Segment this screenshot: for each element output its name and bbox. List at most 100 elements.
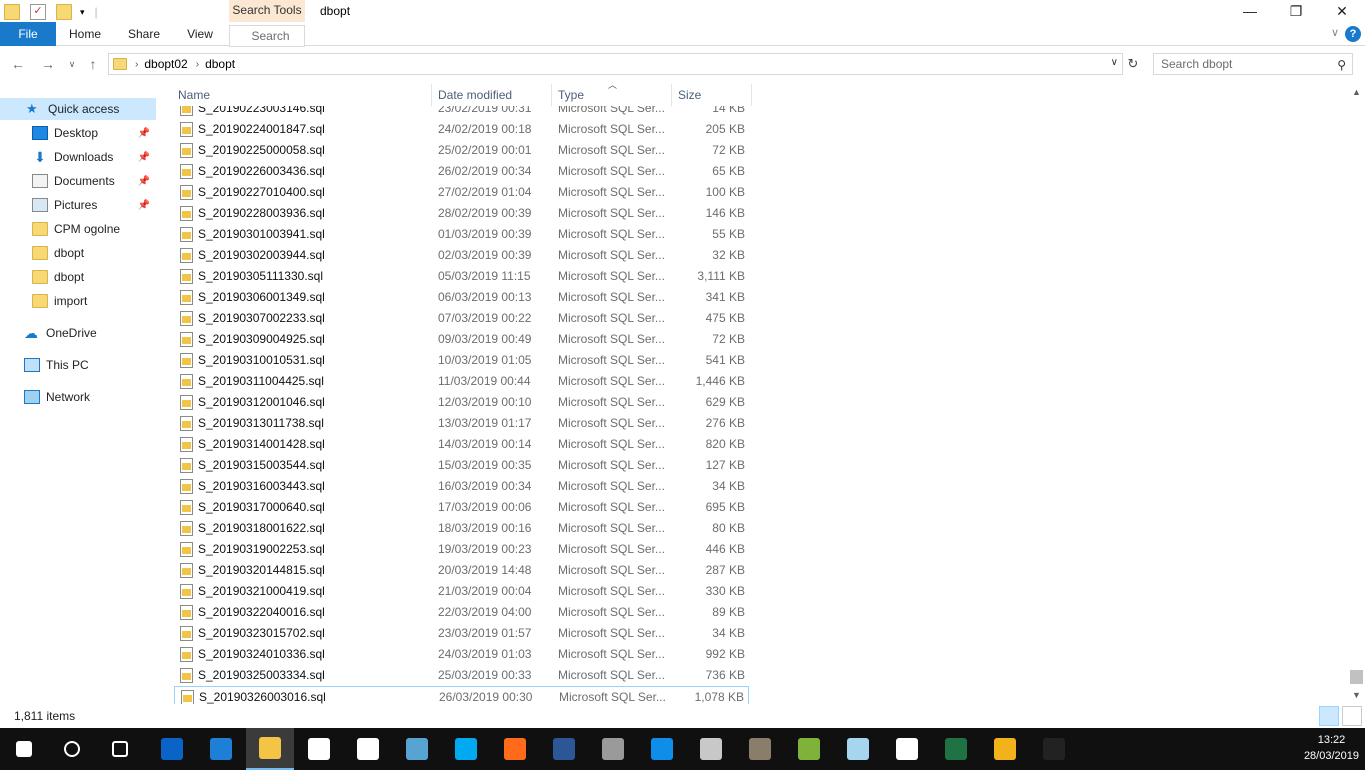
chevron-right-icon[interactable]: › [135,59,138,70]
gimp-app[interactable] [736,728,784,770]
nav-quick-access[interactable]: ★ Quick access [0,98,156,120]
nav-this-pc[interactable]: This PC [0,354,156,376]
outlook-app[interactable] [148,728,196,770]
tab-search[interactable]: Search [229,25,305,47]
nav-dbopt-1[interactable]: dbopt [0,242,156,264]
skype-app[interactable] [442,728,490,770]
file-row[interactable]: S_20190309004925.sql 09/03/2019 00:49 Micr… [174,329,749,350]
nav-documents[interactable]: Documents 📌 [0,170,156,192]
nav-import[interactable]: import [0,290,156,312]
breadcrumb-dbopt02[interactable]: dbopt02 [144,57,187,71]
scroll-up-icon[interactable]: ▲ [1348,84,1365,101]
file-row[interactable]: S_20190315003544.sql 15/03/2019 00:35 Micr… [174,455,749,476]
file-row[interactable]: S_20190318001622.sql 18/03/2019 00:16 Micr… [174,518,749,539]
restore-button[interactable]: ❐ [1273,0,1319,22]
pin-icon[interactable]: 📌 [138,176,150,187]
nav-cpm-ogolne[interactable]: CPM ogolne [0,218,156,240]
eraser-app[interactable] [834,728,882,770]
file-row[interactable]: S_20190317000640.sql 17/03/2019 00:06 Micr… [174,497,749,518]
store-app[interactable] [295,728,343,770]
photos-app[interactable] [883,728,931,770]
file-row[interactable]: S_20190227010400.sql 27/02/2019 01:04 Micr… [174,182,749,203]
file-row[interactable]: S_20190320144815.sql 20/03/2019 14:48 Micr… [174,560,749,581]
back-button[interactable]: ← [8,54,28,74]
column-header-date[interactable]: Date modified [434,84,552,106]
file-row[interactable]: S_20190225000058.sql 25/02/2019 00:01 Micr… [174,140,749,161]
file-row[interactable]: S_20190326003016.sql 26/03/2019 00:30 Micr… [174,686,749,704]
file-row[interactable]: S_20190302003944.sql 02/03/2019 00:39 Micr… [174,245,749,266]
scroll-thumb[interactable] [1350,670,1363,684]
up-button[interactable]: ↑ [83,54,103,74]
breadcrumb-dbopt[interactable]: dbopt [205,57,235,71]
file-row[interactable]: S_20190314001428.sql 14/03/2019 00:14 Micr… [174,434,749,455]
tab-view[interactable]: View [178,22,222,46]
task-view-button[interactable] [96,728,144,770]
refresh-button[interactable]: ↻ [1124,53,1142,75]
file-row[interactable]: S_20190325003334.sql 25/03/2019 00:33 Micr… [174,665,749,686]
vertical-scrollbar[interactable]: ▲ ▼ [1348,84,1365,704]
edge-app[interactable] [197,728,245,770]
tab-file[interactable]: File [0,22,56,46]
file-row[interactable]: S_20190312001046.sql 12/03/2019 00:10 Micr… [174,392,749,413]
details-view-icon[interactable] [1319,706,1339,726]
column-header-name[interactable]: Name [174,84,432,106]
nav-downloads[interactable]: ⬇ Downloads 📌 [0,146,156,168]
folder-icon[interactable] [4,4,20,20]
tab-share[interactable]: Share [120,22,168,46]
search-input[interactable]: Search dbopt ⚲ [1153,53,1353,75]
remote-app[interactable] [393,728,441,770]
minimize-button[interactable]: — [1227,0,1273,22]
file-row[interactable]: S_20190321000419.sql 21/03/2019 00:04 Micr… [174,581,749,602]
file-row[interactable]: S_20190311004425.sql 11/03/2019 00:44 Micr… [174,371,749,392]
properties-icon[interactable]: ✓ [30,4,46,20]
lock-app[interactable] [981,728,1029,770]
file-row[interactable]: S_20190307002233.sql 07/03/2019 00:22 Micr… [174,308,749,329]
chevron-down-icon[interactable]: ∨ [1111,57,1118,68]
pin-icon[interactable]: 📌 [138,200,150,211]
forward-button[interactable]: → [38,54,58,74]
pin-icon[interactable]: 📌 [138,152,150,163]
file-row[interactable]: S_20190301003941.sql 01/03/2019 00:39 Micr… [174,224,749,245]
tab-home[interactable]: Home [60,22,110,46]
nav-dbopt-2[interactable]: dbopt [0,266,156,288]
search-button[interactable] [48,728,96,770]
file-row[interactable]: S_20190322040016.sql 22/03/2019 04:00 Micr… [174,602,749,623]
file-row[interactable]: S_20190228003936.sql 28/02/2019 00:39 Micr… [174,203,749,224]
file-row[interactable]: S_20190224001847.sql 24/02/2019 00:18 Micr… [174,119,749,140]
file-row[interactable]: S_20190316003443.sql 16/03/2019 00:34 Micr… [174,476,749,497]
column-header-size[interactable]: Size [674,84,752,106]
file-row[interactable]: S_20190306001349.sql 06/03/2019 00:13 Micr… [174,287,749,308]
close-button[interactable]: ✕ [1319,0,1365,22]
expand-ribbon-icon[interactable]: ∨ [1331,26,1339,39]
terminal-app[interactable] [1030,728,1078,770]
start-button[interactable] [0,728,48,770]
file-row[interactable]: S_20190323015702.sql 23/03/2019 01:57 Micr… [174,623,749,644]
excel-app[interactable] [932,728,980,770]
file-row[interactable]: S_20190319002253.sql 19/03/2019 00:23 Micr… [174,539,749,560]
chevron-right-icon[interactable]: › [196,59,199,70]
recent-locations-button[interactable]: ∨ [62,54,82,74]
utility-app[interactable] [687,728,735,770]
mail-app[interactable] [344,728,392,770]
tool-app[interactable] [589,728,637,770]
file-row[interactable]: S_20190305111330.sql 05/03/2019 11:15 Micr… [174,266,749,287]
help-icon[interactable]: ? [1345,26,1361,42]
file-row[interactable]: S_20190226003436.sql 26/02/2019 00:34 Micr… [174,161,749,182]
customize-toolbar-icon[interactable]: ▾ [80,7,85,18]
nav-network[interactable]: Network [0,386,156,408]
file-row[interactable]: S_20190223003146.sql 23/02/2019 00:31 Micr… [174,106,749,119]
nav-pictures[interactable]: Pictures 📌 [0,194,156,216]
nav-onedrive[interactable]: ☁ OneDrive [0,322,156,344]
teamviewer-app[interactable] [638,728,686,770]
large-icons-view-icon[interactable] [1342,706,1362,726]
file-row[interactable]: S_20190324010336.sql 24/03/2019 01:03 Micr… [174,644,749,665]
file-explorer-app[interactable] [246,728,294,770]
new-folder-icon[interactable] [56,4,72,20]
system-clock[interactable]: 13:22 28/03/2019 [1304,732,1359,764]
file-row[interactable]: S_20190313011738.sql 13/03/2019 01:17 Micr… [174,413,749,434]
nav-desktop[interactable]: Desktop 📌 [0,122,156,144]
pin-icon[interactable]: 📌 [138,128,150,139]
firefox-app[interactable] [491,728,539,770]
file-row[interactable]: S_20190310010531.sql 10/03/2019 01:05 Micr… [174,350,749,371]
scroll-down-icon[interactable]: ▼ [1348,687,1365,704]
